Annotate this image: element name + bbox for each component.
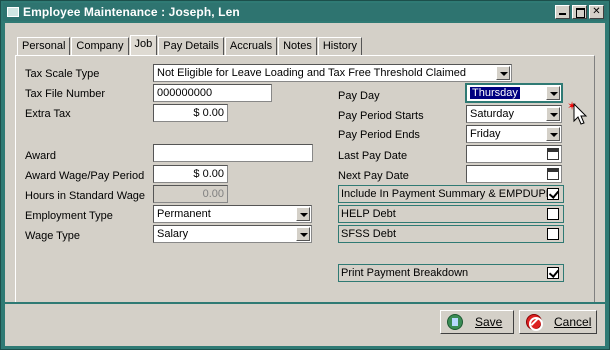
tab-company[interactable]: Company (71, 37, 129, 55)
tab-personal[interactable]: Personal (17, 37, 71, 55)
tax-scale-type-value: Not Eligible for Leave Loading and Tax F… (157, 67, 466, 79)
chevron-down-icon[interactable] (296, 227, 310, 241)
wage-type-select[interactable]: Salary (153, 225, 312, 243)
include-payment-summary-checkbox[interactable]: Include In Payment Summary & EMPDUPE (338, 185, 564, 203)
chevron-down-icon[interactable] (546, 86, 560, 100)
main-panel: Personal Company Job Pay Details Accrual… (5, 23, 605, 302)
calendar-icon[interactable] (547, 168, 559, 180)
calendar-icon[interactable] (547, 148, 559, 160)
award-label: Award (25, 150, 56, 162)
minimize-button[interactable] (555, 5, 570, 19)
help-debt-checkbox[interactable]: HELP Debt (338, 205, 564, 223)
button-bar: Save Cancel (5, 304, 605, 346)
tab-history[interactable]: History (317, 37, 363, 55)
mouse-pointer-icon (573, 103, 588, 125)
hours-standard-label: Hours in Standard Wage (25, 190, 146, 202)
pay-day-label: Pay Day (338, 90, 380, 102)
extra-tax-input[interactable]: $ 0.00 (153, 104, 228, 122)
sfss-debt-checkbox[interactable]: SFSS Debt (338, 225, 564, 243)
award-wage-label: Award Wage/Pay Period (25, 170, 145, 182)
title-bar: Employee Maintenance : Joseph, Len ✕ (3, 3, 607, 21)
pay-period-ends-label: Pay Period Ends (338, 129, 420, 141)
checkbox-unchecked[interactable] (547, 208, 559, 220)
last-pay-date-label: Last Pay Date (338, 150, 408, 162)
close-button[interactable]: ✕ (589, 5, 604, 19)
employee-maintenance-window: Employee Maintenance : Joseph, Len ✕ Per… (0, 0, 610, 350)
chevron-down-icon[interactable] (546, 127, 560, 141)
print-payment-breakdown-label: Print Payment Breakdown (341, 267, 469, 279)
employment-type-select[interactable]: Permanent (153, 205, 312, 223)
tab-accruals[interactable]: Accruals (224, 37, 278, 55)
window-title: Employee Maintenance : Joseph, Len (23, 5, 240, 19)
sfss-debt-label: SFSS Debt (341, 228, 397, 240)
hours-standard-input: 0.00 (153, 185, 228, 203)
chevron-down-icon[interactable] (296, 207, 310, 221)
save-icon (447, 314, 463, 330)
help-debt-label: HELP Debt (341, 208, 396, 220)
tab-notes[interactable]: Notes (278, 37, 317, 55)
pay-period-starts-select[interactable]: Saturday (466, 105, 562, 123)
tax-file-number-input[interactable]: 000000000 (153, 84, 272, 102)
cancel-button[interactable]: Cancel (519, 310, 597, 334)
include-payment-summary-label: Include In Payment Summary & EMPDUPE (341, 188, 554, 200)
pay-period-ends-select[interactable]: Friday (466, 125, 562, 143)
checkbox-checked[interactable] (547, 267, 559, 279)
pay-day-select[interactable]: Thursday (466, 84, 562, 102)
tab-job[interactable]: Job (129, 35, 158, 55)
app-icon (7, 7, 19, 17)
maximize-button[interactable] (572, 5, 587, 19)
save-label: Save (475, 315, 503, 329)
tax-scale-type-select[interactable]: Not Eligible for Leave Loading and Tax F… (153, 64, 512, 82)
chevron-down-icon[interactable] (496, 66, 510, 80)
print-payment-breakdown-checkbox[interactable]: Print Payment Breakdown (338, 264, 564, 282)
pay-day-value: Thursday (470, 87, 520, 99)
next-pay-date-input[interactable] (466, 165, 562, 183)
last-pay-date-input[interactable] (466, 145, 562, 163)
chevron-down-icon[interactable] (546, 107, 560, 121)
award-wage-input[interactable]: $ 0.00 (153, 165, 228, 183)
cancel-label: Cancel (554, 315, 592, 329)
save-button[interactable]: Save (440, 310, 514, 334)
tax-file-number-label: Tax File Number (25, 88, 106, 100)
pay-period-starts-value: Saturday (470, 108, 515, 120)
cancel-icon (526, 314, 543, 331)
tax-scale-type-label: Tax Scale Type (25, 68, 100, 80)
extra-tax-label: Extra Tax (25, 108, 71, 120)
checkbox-unchecked[interactable] (547, 228, 559, 240)
tab-strip: Personal Company Job Pay Details Accrual… (17, 35, 363, 55)
employment-type-value: Permanent (157, 208, 211, 220)
checkbox-checked[interactable] (547, 188, 559, 200)
pay-period-ends-value: Friday (470, 128, 501, 140)
award-input[interactable] (153, 144, 313, 162)
pay-period-starts-label: Pay Period Starts (338, 110, 424, 122)
tab-pay-details[interactable]: Pay Details (158, 37, 224, 55)
next-pay-date-label: Next Pay Date (338, 170, 409, 182)
job-tab-page: Tax Scale Type Not Eligible for Leave Lo… (15, 55, 595, 302)
wage-type-value: Salary (157, 228, 189, 240)
wage-type-label: Wage Type (25, 230, 81, 242)
employment-type-label: Employment Type (25, 210, 113, 222)
